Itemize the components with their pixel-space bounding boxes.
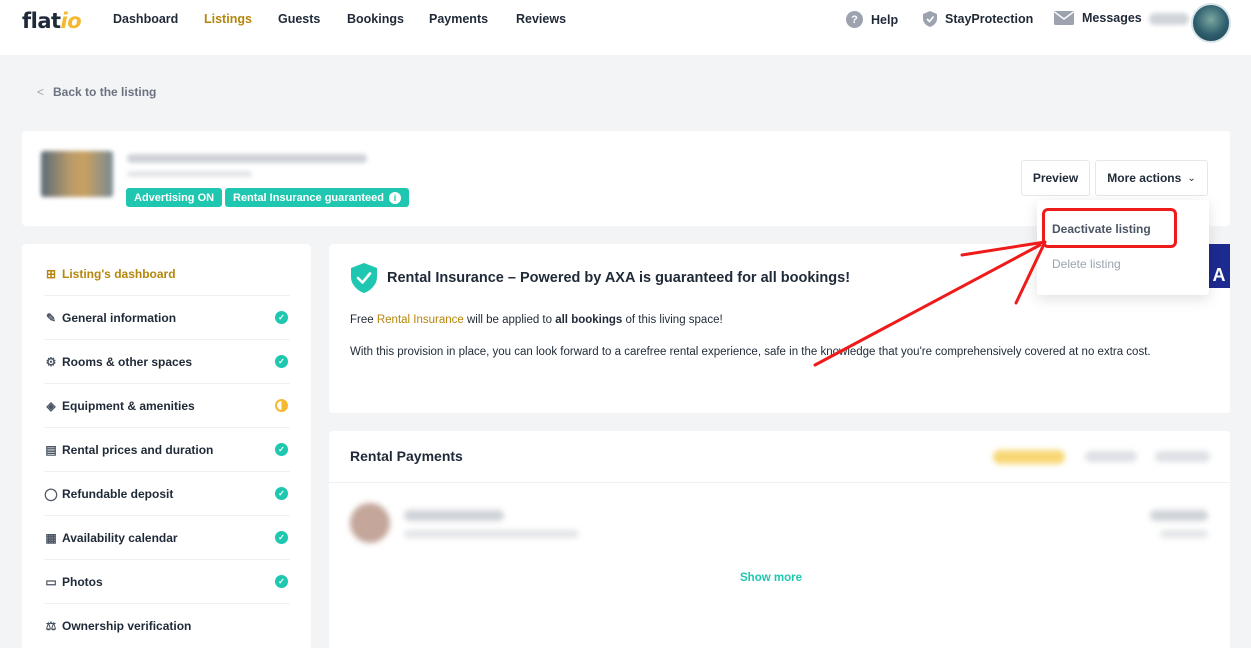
rental-payments-card [329,431,1230,648]
insurance-paragraph-1: Free Rental Insurance will be applied to… [350,314,723,326]
money-icon: ▤ [45,442,57,457]
nav-reviews[interactable]: Reviews [516,12,566,26]
sidebar-item-rooms[interactable]: ⚙ Rooms & other spaces ✓ [44,340,290,384]
chevron-down-icon: ⌄ [1187,172,1196,184]
grid-icon: ⊞ [45,266,57,281]
guest-avatar-blurred [350,503,390,543]
shield-icon [923,11,937,27]
sidebar-item-deposit[interactable]: ◯ Refundable deposit ✓ [44,472,290,516]
highlight-box [1042,208,1177,248]
guest-name-blurred [404,510,504,521]
check-icon: ✓ [275,311,288,324]
scale-icon: ⚖ [45,619,57,633]
rental-insurance-badge: Rental Insurance guaranteed i [225,188,409,207]
insurance-paragraph-2: With this provision in place, you can lo… [350,346,1151,358]
listing-address-blurred [127,171,252,177]
payment-details-blurred [404,530,579,538]
chevron-left-icon: < [37,85,45,99]
rental-insurance-link[interactable]: Rental Insurance [377,314,464,326]
payment-status-blurred [1160,530,1208,538]
divider [329,482,1230,483]
info-icon[interactable]: i [389,191,401,204]
check-icon: ✓ [275,443,288,456]
listing-title-blurred [127,154,367,163]
payments-tab-blurred[interactable] [993,450,1065,464]
advertising-on-badge: Advertising ON [126,188,223,207]
back-to-listing-link[interactable]: < Back to the listing [37,85,156,99]
sidebar-item-ownership[interactable]: ⚖ Ownership verification [44,604,290,648]
rental-payments-title: Rental Payments [350,448,463,464]
user-name-blurred [1149,13,1189,25]
flatio-logo[interactable]: flatio [22,9,82,33]
preview-button[interactable]: Preview [1021,160,1090,196]
layers-icon: ◈ [46,398,56,413]
envelope-icon [1054,11,1074,25]
photo-icon: ▭ [45,574,57,589]
check-icon: ✓ [275,355,288,368]
sidebar-item-calendar[interactable]: ▦ Availability calendar ✓ [44,516,290,560]
payments-tab-blurred[interactable] [1155,451,1210,462]
sidebar-item-equipment[interactable]: ◈ Equipment & amenities [44,384,290,428]
delete-listing-item[interactable]: Delete listing [1052,257,1121,271]
nav-stayprotection[interactable]: StayProtection [923,11,1033,27]
insurance-title: Rental Insurance – Powered by AXA is gua… [387,270,851,286]
nav-guests[interactable]: Guests [278,12,320,26]
nav-listings[interactable]: Listings [204,12,252,26]
calendar-icon: ▦ [45,530,57,545]
payment-amount-blurred [1150,510,1208,521]
nav-dashboard[interactable]: Dashboard [113,12,178,26]
show-more-button[interactable]: Show more [740,572,802,584]
payments-tab-blurred[interactable] [1085,451,1137,462]
nav-messages[interactable]: Messages [1054,11,1142,25]
help-icon: ? [846,11,863,28]
sidebar-item-general-information[interactable]: ✎ General information ✓ [44,296,290,340]
nav-payments[interactable]: Payments [429,12,488,26]
check-icon: ✓ [275,531,288,544]
more-actions-button[interactable]: More actions ⌄ [1095,160,1208,196]
top-navigation: flatio Dashboard Listings Guests Booking… [0,0,1251,55]
sidebar-item-rental-prices[interactable]: ▤ Rental prices and duration ✓ [44,428,290,472]
nav-bookings[interactable]: Bookings [347,12,404,26]
user-avatar[interactable] [1191,3,1231,43]
shield-icon: ◯ [44,486,58,501]
partial-progress-icon [275,399,288,412]
shield-check-icon [351,263,377,293]
axa-logo: A [1208,244,1230,288]
listing-thumbnail [41,151,113,197]
nav-help[interactable]: ? Help [846,11,898,28]
pencil-icon: ✎ [45,310,57,325]
check-icon: ✓ [275,487,288,500]
sidebar-item-dashboard[interactable]: ⊞ Listing's dashboard [44,252,290,296]
check-icon: ✓ [275,575,288,588]
hierarchy-icon: ⚙ [45,354,57,369]
sidebar-item-photos[interactable]: ▭ Photos ✓ [44,560,290,604]
